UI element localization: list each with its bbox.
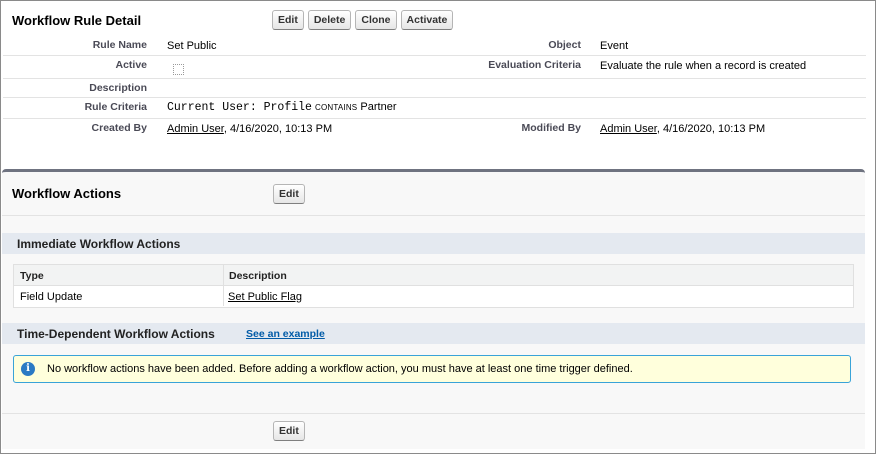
column-divider xyxy=(223,265,224,306)
info-icon: i xyxy=(21,362,35,376)
created-by-label: Created By xyxy=(91,122,147,134)
workflow-rule-detail-panel: Workflow Rule Detail Edit Delete Clone A… xyxy=(2,2,866,157)
time-dependent-actions-header: Time-Dependent Workflow Actions See an e… xyxy=(2,323,865,344)
active-checkbox xyxy=(173,64,184,75)
rule-criteria-label: Rule Criteria xyxy=(84,101,147,113)
action-type-cell: Field Update xyxy=(20,291,83,303)
workflow-actions-panel: Workflow Actions Edit Immediate Workflow… xyxy=(2,169,865,449)
workflow-actions-title: Workflow Actions xyxy=(12,186,122,201)
bottom-edit-button[interactable]: Edit xyxy=(273,421,305,441)
time-dependent-actions-title: Time-Dependent Workflow Actions xyxy=(17,327,215,341)
rule-name-value: Set Public xyxy=(167,40,217,52)
detail-row-active: Active Evaluation Criteria Evaluate the … xyxy=(3,56,866,79)
actions-edit-button[interactable]: Edit xyxy=(273,184,305,204)
detail-row-description: Description xyxy=(3,79,866,98)
detail-button-bar: Edit Delete Clone Activate xyxy=(272,10,454,30)
object-label: Object xyxy=(548,39,581,51)
modified-date: , 4/16/2020, 10:13 PM xyxy=(656,123,766,135)
modified-by-value: Admin User, 4/16/2020, 10:13 PM xyxy=(600,123,765,135)
created-by-user-link[interactable]: Admin User xyxy=(167,123,224,135)
detail-row-rule-criteria: Rule Criteria Current User: Profile cont… xyxy=(3,98,866,119)
page-title: Workflow Rule Detail xyxy=(12,13,142,28)
created-date: , 4/16/2020, 10:13 PM xyxy=(223,123,333,135)
column-header-type: Type xyxy=(20,270,44,282)
rule-name-label: Rule Name xyxy=(92,39,147,51)
divider xyxy=(2,215,865,216)
clone-button[interactable]: Clone xyxy=(355,10,397,30)
evaluation-criteria-value: Evaluate the rule when a record is creat… xyxy=(600,60,807,72)
modified-by-label: Modified By xyxy=(521,122,582,134)
see-an-example-link[interactable]: See an example xyxy=(246,328,325,340)
detail-row-created: Created By Admin User, 4/16/2020, 10:13 … xyxy=(3,119,866,140)
rule-criteria-value: Current User: Profile contains Partner xyxy=(167,101,396,114)
criteria-field: Current User: Profile xyxy=(167,101,312,114)
action-description-link[interactable]: Set Public Flag xyxy=(228,291,302,303)
criteria-value: Partner xyxy=(360,101,397,113)
delete-button[interactable]: Delete xyxy=(307,10,352,30)
evaluation-criteria-label: Evaluation Criteria xyxy=(488,59,581,71)
info-message-text: No workflow actions have been added. Bef… xyxy=(47,363,633,375)
immediate-actions-table: Type Description Field Update Set Public… xyxy=(13,264,854,308)
created-by-value: Admin User, 4/16/2020, 10:13 PM xyxy=(167,123,332,135)
description-label: Description xyxy=(89,82,147,94)
immediate-actions-header: Immediate Workflow Actions xyxy=(2,233,865,254)
active-label: Active xyxy=(115,59,147,71)
divider xyxy=(2,413,865,414)
detail-row-rule-name: Rule Name Set Public Object Event xyxy=(3,36,866,56)
page-frame: Workflow Rule Detail Edit Delete Clone A… xyxy=(0,0,876,454)
info-message-box: i No workflow actions have been added. B… xyxy=(13,355,851,383)
immediate-actions-title: Immediate Workflow Actions xyxy=(17,237,181,251)
column-header-description: Description xyxy=(229,270,287,282)
edit-button[interactable]: Edit xyxy=(272,10,304,30)
criteria-operator: contains xyxy=(315,103,358,112)
activate-button[interactable]: Activate xyxy=(400,10,454,30)
table-header: Type Description xyxy=(14,265,853,286)
object-value: Event xyxy=(600,40,629,52)
modified-by-user-link[interactable]: Admin User xyxy=(600,123,657,135)
